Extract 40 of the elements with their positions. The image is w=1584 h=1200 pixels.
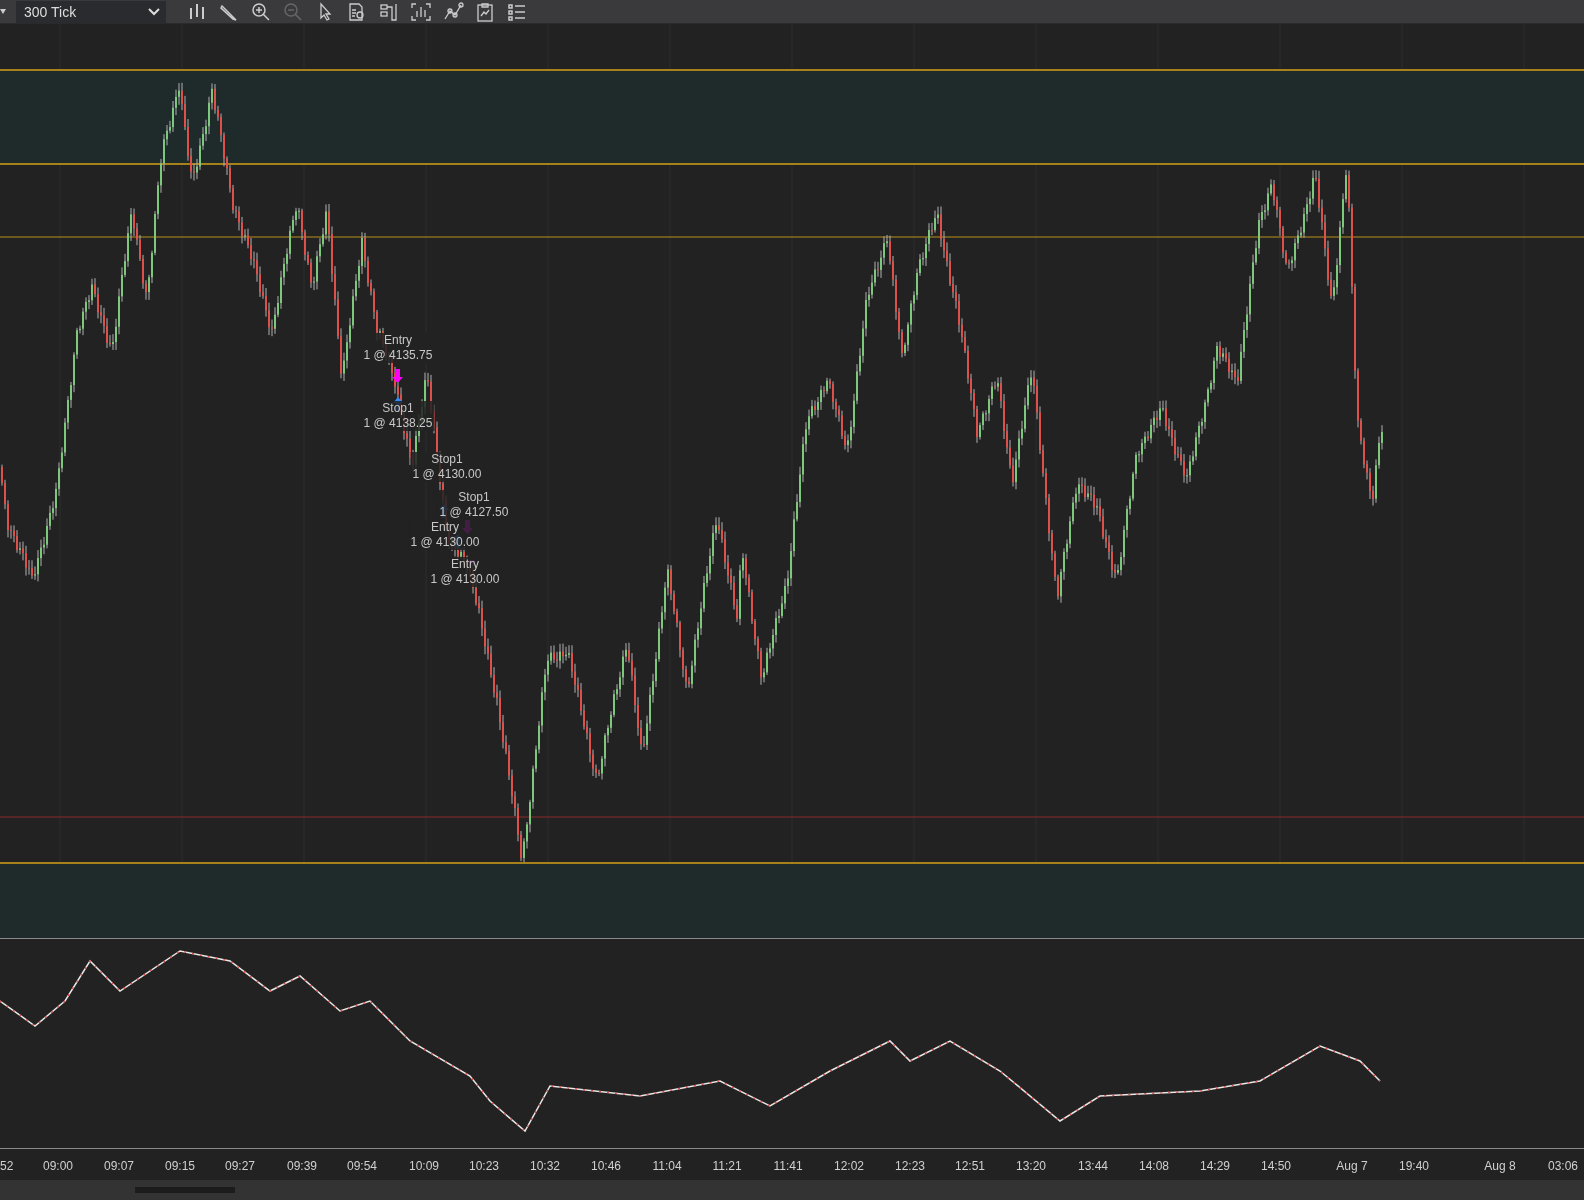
trade-detail: 1 @ 4135.75 xyxy=(361,348,435,363)
axis-label: 10:46 xyxy=(591,1159,621,1173)
panel-layout-icon[interactable] xyxy=(378,1,400,22)
axis-label: 14:50 xyxy=(1261,1159,1291,1173)
trade-detail: 1 @ 4127.50 xyxy=(437,505,511,520)
axis-label: 10:09 xyxy=(409,1159,439,1173)
axis-label: 11:41 xyxy=(773,1159,803,1173)
axis-label: 10:32 xyxy=(530,1159,560,1173)
axis-label: 09:39 xyxy=(287,1159,317,1173)
trade-detail: 1 @ 4130.00 xyxy=(410,467,484,482)
axis-label: Aug 7 xyxy=(1336,1159,1368,1173)
axis-label: 03:06 xyxy=(1548,1159,1578,1173)
trade-detail: 1 @ 4138.25 xyxy=(361,416,435,431)
axis-label: Aug 8 xyxy=(1484,1159,1516,1173)
axis-label: 11:04 xyxy=(652,1159,682,1173)
axis-label: 13:20 xyxy=(1016,1159,1046,1173)
line-graph-icon[interactable] xyxy=(442,1,464,22)
axis-label: 14:29 xyxy=(1200,1159,1230,1173)
axis-label: 14:08 xyxy=(1139,1159,1169,1173)
axis-label: 10:23 xyxy=(469,1159,499,1173)
axis-label: 12:23 xyxy=(895,1159,925,1173)
chevron-down-icon xyxy=(148,7,160,16)
axis-label: 12:51 xyxy=(955,1159,985,1173)
axis-label: 11:21 xyxy=(712,1159,742,1173)
chart-frame-icon[interactable] xyxy=(410,1,432,22)
axis-label: 52 xyxy=(0,1159,14,1173)
axis-label: 09:07 xyxy=(104,1159,134,1173)
clipboard-icon[interactable] xyxy=(474,1,496,22)
axis-label: 12:02 xyxy=(834,1159,864,1173)
axis-label: 09:27 xyxy=(225,1159,255,1173)
axis-label: 13:44 xyxy=(1078,1159,1108,1173)
axis-label: 09:54 xyxy=(347,1159,377,1173)
zoom-in-icon[interactable] xyxy=(250,1,272,22)
trade-detail: 1 @ 4130.00 xyxy=(428,572,502,587)
interval-dropdown[interactable]: 300 Tick xyxy=(16,0,166,23)
axis-label: 19:40 xyxy=(1399,1159,1429,1173)
axis-label: 09:15 xyxy=(165,1159,195,1173)
axis-label: 09:00 xyxy=(43,1159,73,1173)
list-icon[interactable] xyxy=(506,1,528,22)
trade-detail: 1 @ 4130.00 xyxy=(408,535,482,550)
